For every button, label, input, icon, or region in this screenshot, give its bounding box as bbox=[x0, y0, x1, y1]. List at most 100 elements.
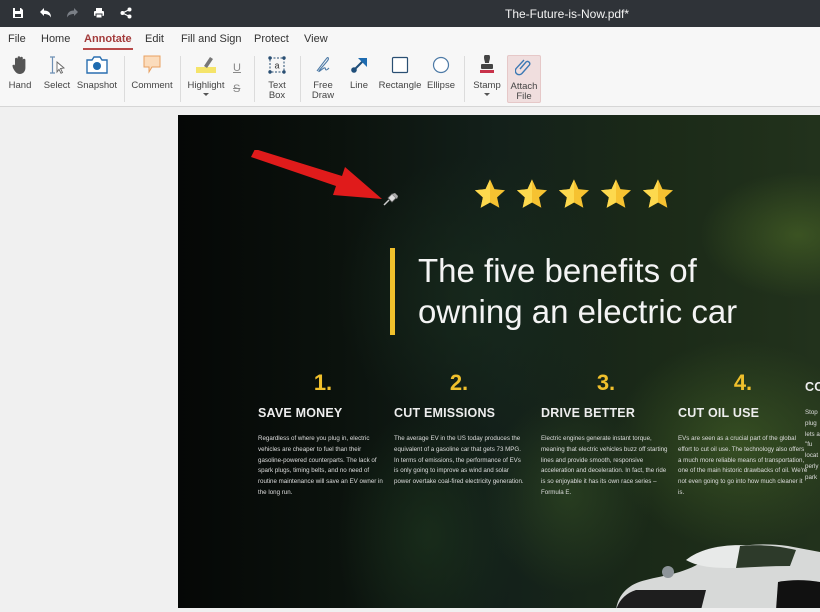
menu-home[interactable]: Home bbox=[41, 33, 70, 45]
camera-icon bbox=[86, 56, 108, 74]
benefit-title: CUT OIL USE bbox=[678, 406, 760, 420]
hand-icon bbox=[12, 56, 26, 74]
comment-icon bbox=[143, 55, 161, 74]
benefit-title: DRIVE BETTER bbox=[541, 406, 636, 420]
star-icon bbox=[474, 179, 506, 208]
chevron-down-icon bbox=[203, 93, 209, 96]
comment-label: Comment bbox=[131, 80, 173, 91]
menu-protect[interactable]: Protect bbox=[254, 33, 289, 45]
snapshot-tool[interactable]: Snapshot bbox=[76, 54, 118, 91]
share-icon bbox=[120, 7, 132, 19]
select-label: Select bbox=[43, 80, 71, 91]
pdf-page: The five benefits of owning an electric … bbox=[178, 115, 820, 608]
benefit-number: 2. bbox=[449, 370, 469, 395]
benefit-2: 2. CUT EMISSIONS The average EV in the U… bbox=[394, 370, 524, 488]
headline-line-2: owning an electric car bbox=[418, 293, 738, 330]
separator bbox=[180, 56, 181, 102]
attach-file-tool[interactable]: Attach File bbox=[507, 55, 541, 103]
benefit-body: Regardless of where you plug in, electri… bbox=[258, 435, 383, 496]
ellipse-tool[interactable]: Ellipse bbox=[427, 54, 455, 91]
stamp-tool[interactable]: Stamp bbox=[473, 54, 501, 96]
star-icon bbox=[516, 179, 548, 208]
comment-tool[interactable]: Comment bbox=[131, 54, 173, 91]
stamp-icon bbox=[480, 55, 494, 73]
rectangle-label: Rectangle bbox=[378, 80, 422, 91]
benefit-number: 3. bbox=[596, 370, 616, 395]
rating-stars bbox=[473, 178, 675, 210]
star-icon bbox=[600, 179, 632, 208]
highlighter-icon bbox=[196, 57, 216, 73]
benefit-4: 4. CUT OIL USE EVs are seen as a crucial… bbox=[678, 370, 808, 499]
redo-button[interactable] bbox=[63, 4, 81, 22]
star-icon bbox=[642, 179, 674, 208]
file-attachment-pin-icon[interactable] bbox=[383, 192, 399, 206]
electric-car-image bbox=[616, 544, 820, 608]
attach-file-label-2: File bbox=[516, 91, 532, 102]
star-icon bbox=[558, 179, 590, 208]
undo-button[interactable] bbox=[36, 4, 54, 22]
menu-view[interactable]: View bbox=[304, 33, 328, 45]
strikethrough-tool[interactable]: S bbox=[233, 83, 240, 95]
text-select-icon bbox=[50, 56, 66, 74]
svg-text:a: a bbox=[274, 61, 279, 71]
benefit-body: Stop plug lets a "fu locat perly park bbox=[805, 409, 820, 481]
paperclip-icon bbox=[515, 59, 531, 75]
redo-icon bbox=[66, 8, 78, 18]
benefit-title: CO bbox=[805, 380, 820, 394]
free-draw-label-2: Draw bbox=[311, 90, 335, 101]
share-button[interactable] bbox=[117, 4, 135, 22]
headline-accent-bar bbox=[390, 248, 395, 335]
menu-file[interactable]: File bbox=[8, 33, 26, 45]
print-button[interactable] bbox=[90, 4, 108, 22]
separator bbox=[124, 56, 125, 102]
menu-fill-and-sign[interactable]: Fill and Sign bbox=[181, 33, 242, 45]
text-box-icon: a bbox=[268, 56, 286, 74]
benefit-body: EVs are seen as a crucial part of the gl… bbox=[678, 435, 808, 496]
headline: The five benefits of owning an electric … bbox=[418, 250, 737, 332]
line-label: Line bbox=[350, 80, 368, 91]
benefit-title: SAVE MONEY bbox=[258, 406, 343, 420]
free-draw-tool[interactable]: Free Draw bbox=[309, 54, 337, 101]
snapshot-label: Snapshot bbox=[76, 80, 118, 91]
undo-icon bbox=[39, 8, 51, 18]
red-arrow-annotation[interactable] bbox=[248, 150, 388, 205]
rectangle-icon bbox=[391, 56, 409, 74]
ellipse-label: Ellipse bbox=[427, 80, 455, 91]
stamp-label: Stamp bbox=[473, 80, 501, 91]
benefit-body: Electric engines generate instant torque… bbox=[541, 435, 668, 496]
menu-annotate[interactable]: Annotate bbox=[83, 33, 133, 50]
select-tool[interactable]: Select bbox=[43, 54, 71, 91]
line-arrow-icon bbox=[351, 58, 367, 73]
separator bbox=[464, 56, 465, 102]
benefit-3: 3. DRIVE BETTER Electric engines generat… bbox=[541, 370, 671, 499]
hand-label: Hand bbox=[8, 80, 32, 91]
ellipse-icon bbox=[432, 56, 450, 74]
headline-line-1: The five benefits of bbox=[418, 252, 697, 289]
save-button[interactable] bbox=[9, 4, 27, 22]
document-title: The-Future-is-Now.pdf* bbox=[505, 7, 630, 21]
menu-edit[interactable]: Edit bbox=[145, 33, 164, 45]
title-bar: The-Future-is-Now.pdf* bbox=[0, 0, 820, 27]
chevron-down-icon bbox=[484, 93, 490, 96]
hand-tool[interactable]: Hand bbox=[9, 54, 31, 91]
pen-scribble-icon bbox=[316, 57, 330, 73]
highlight-label: Highlight bbox=[187, 80, 225, 91]
save-icon bbox=[13, 8, 23, 18]
benefit-5-partial: CO Stop plug lets a "fu locat perly park bbox=[805, 370, 820, 484]
separator bbox=[300, 56, 301, 102]
rectangle-tool[interactable]: Rectangle bbox=[378, 54, 422, 91]
text-box-label-2: Box bbox=[268, 90, 286, 101]
benefit-title: CUT EMISSIONS bbox=[394, 406, 496, 420]
menu-bar: File Home Annotate Edit Fill and Sign Pr… bbox=[0, 27, 820, 51]
highlight-tool[interactable]: Highlight bbox=[187, 54, 225, 96]
benefit-number: 1. bbox=[313, 370, 333, 395]
print-icon bbox=[94, 8, 104, 19]
line-tool[interactable]: Line bbox=[347, 54, 371, 91]
benefit-body: The average EV in the US today produces … bbox=[394, 435, 524, 486]
separator bbox=[254, 56, 255, 102]
benefit-1: 1. SAVE MONEY Regardless of where you pl… bbox=[258, 370, 388, 499]
text-box-tool[interactable]: a Text Box bbox=[263, 54, 291, 101]
benefit-number: 4. bbox=[733, 370, 753, 395]
annotate-ribbon: Hand Select Snapshot Comment Highlight U… bbox=[0, 51, 820, 107]
underline-tool[interactable]: U bbox=[233, 62, 241, 74]
